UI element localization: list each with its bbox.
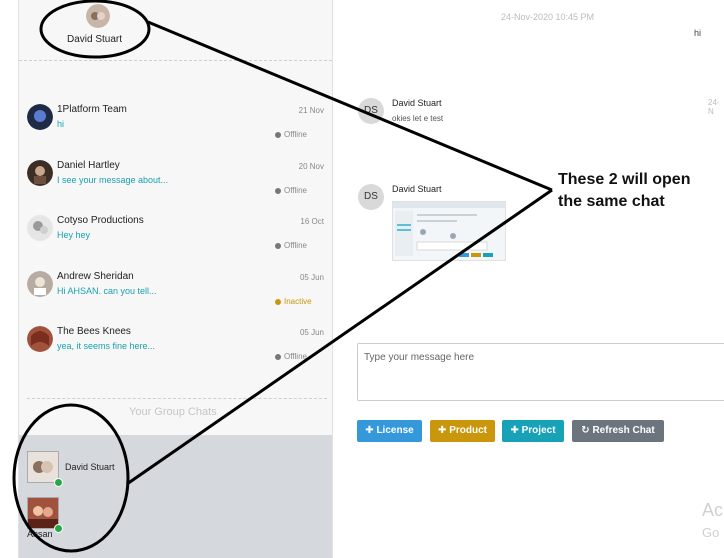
contact-last-message: I see your message about... — [57, 175, 169, 185]
chat-sidebar: David Stuart 1Platform Team hi 21 Nov Of… — [18, 0, 333, 558]
group-photo-icon — [28, 498, 58, 528]
online-indicator-icon — [54, 524, 63, 533]
contact-name: Andrew Sheridan — [57, 271, 134, 282]
refresh-icon: ↻ — [581, 425, 590, 436]
annotation-note-line: the same chat — [558, 193, 665, 210]
status-text: Offline — [284, 186, 307, 195]
contact-date: 05 Jun — [299, 328, 324, 337]
group-avatar — [27, 497, 63, 533]
message-input[interactable]: Type your message here — [357, 343, 724, 401]
license-button-label: License — [376, 425, 414, 436]
outgoing-message-text: hi — [694, 28, 702, 38]
message-image-attachment[interactable] — [392, 201, 506, 261]
status-text: Offline — [284, 352, 307, 361]
refresh-chat-button[interactable]: ↻ Refresh Chat — [572, 420, 664, 442]
sender-avatar-initials: DS — [358, 184, 384, 210]
current-user-avatar — [86, 4, 110, 28]
section-divider — [27, 398, 327, 399]
status-dot-icon — [275, 299, 281, 305]
contact-item-daniel-hartley[interactable]: Daniel Hartley I see your message about.… — [19, 160, 332, 210]
status-dot-icon — [275, 188, 281, 194]
contact-last-message: Hi AHSAN. can you tell... — [57, 286, 157, 296]
annotation-note: These 2 will open the same chat — [558, 169, 718, 213]
status-dot-icon — [275, 132, 281, 138]
contact-name: The Bees Knees — [57, 326, 131, 337]
avatar — [27, 271, 53, 297]
current-user-name: David Stuart — [67, 34, 123, 45]
sender-avatar-initials: DS — [358, 98, 384, 124]
contact-item-cotyso-productions[interactable]: Cotyso Productions Hey hey 16 Oct Offlin… — [19, 215, 332, 265]
status-badge: Offline — [275, 186, 307, 195]
avatar — [27, 160, 53, 186]
status-text: Inactive — [284, 297, 312, 306]
contact-item-the-bees-knees[interactable]: The Bees Knees yea, it seems fine here..… — [19, 326, 332, 376]
contact-name: Daniel Hartley — [57, 160, 120, 171]
status-text: Offline — [284, 130, 307, 139]
project-button[interactable]: ✚ Project — [502, 420, 564, 442]
handshake-image-icon — [28, 452, 58, 482]
status-badge: Inactive — [275, 297, 312, 306]
plus-icon: ✚ — [365, 425, 374, 436]
contact-date: 16 Oct — [300, 217, 324, 226]
avatar — [27, 215, 53, 241]
contact-item-1platform-team[interactable]: 1Platform Team hi 21 Nov Offline — [19, 104, 332, 154]
contact-last-message: yea, it seems fine here... — [57, 341, 156, 351]
status-dot-icon — [275, 243, 281, 249]
online-indicator-icon — [54, 478, 63, 487]
status-text: Offline — [284, 241, 307, 250]
group-item-ahsan[interactable]: Ahsan — [27, 497, 63, 539]
message-timestamp: 24-N — [708, 98, 720, 116]
current-user-header: David Stuart — [19, 0, 332, 61]
group-item-david-stuart[interactable]: David Stuart — [27, 451, 115, 487]
product-button[interactable]: ✚ Product — [430, 420, 495, 442]
watermark-text: Ac — [702, 500, 724, 520]
plus-icon: ✚ — [438, 425, 447, 436]
group-item-name: Ahsan — [27, 529, 53, 539]
license-button[interactable]: ✚ License — [357, 420, 422, 442]
status-badge: Offline — [275, 241, 307, 250]
status-badge: Offline — [275, 130, 307, 139]
status-dot-icon — [275, 354, 281, 360]
contact-date: 20 Nov — [298, 162, 324, 171]
contact-name: Cotyso Productions — [57, 215, 144, 226]
status-badge: Offline — [275, 352, 307, 361]
message-sender-name: David Stuart — [392, 98, 442, 108]
contact-date: 05 Jun — [299, 273, 324, 282]
project-button-label: Project — [521, 425, 556, 436]
avatar — [27, 326, 53, 352]
contact-item-andrew-sheridan[interactable]: Andrew Sheridan Hi AHSAN. can you tell..… — [19, 271, 332, 321]
group-item-name: David Stuart — [65, 462, 115, 472]
refresh-chat-button-label: Refresh Chat — [592, 425, 655, 436]
annotation-note-line: These 2 will open — [558, 171, 691, 188]
contact-name: 1Platform Team — [57, 104, 127, 115]
watermark-text: Go — [702, 525, 720, 540]
message-timestamp: 24-Nov-2020 10:45 PM — [501, 12, 595, 22]
screenshot-thumbnail-icon — [393, 202, 505, 257]
contact-last-message: Hey hey — [57, 230, 91, 240]
contact-last-message: hi — [57, 119, 65, 129]
group-chat-list: David Stuart Ahsan — [19, 435, 332, 558]
group-avatar — [27, 451, 63, 487]
message-sender-name: David Stuart — [392, 184, 442, 194]
message-text: okies let e test — [392, 114, 444, 123]
contact-date: 21 Nov — [298, 106, 324, 115]
plus-icon: ✚ — [510, 425, 519, 436]
group-chats-heading: Your Group Chats — [129, 406, 217, 418]
product-button-label: Product — [449, 425, 487, 436]
chat-panel: 24-Nov-2020 10:45 PM hi DS David Stuart … — [334, 0, 724, 558]
avatar — [27, 104, 53, 130]
